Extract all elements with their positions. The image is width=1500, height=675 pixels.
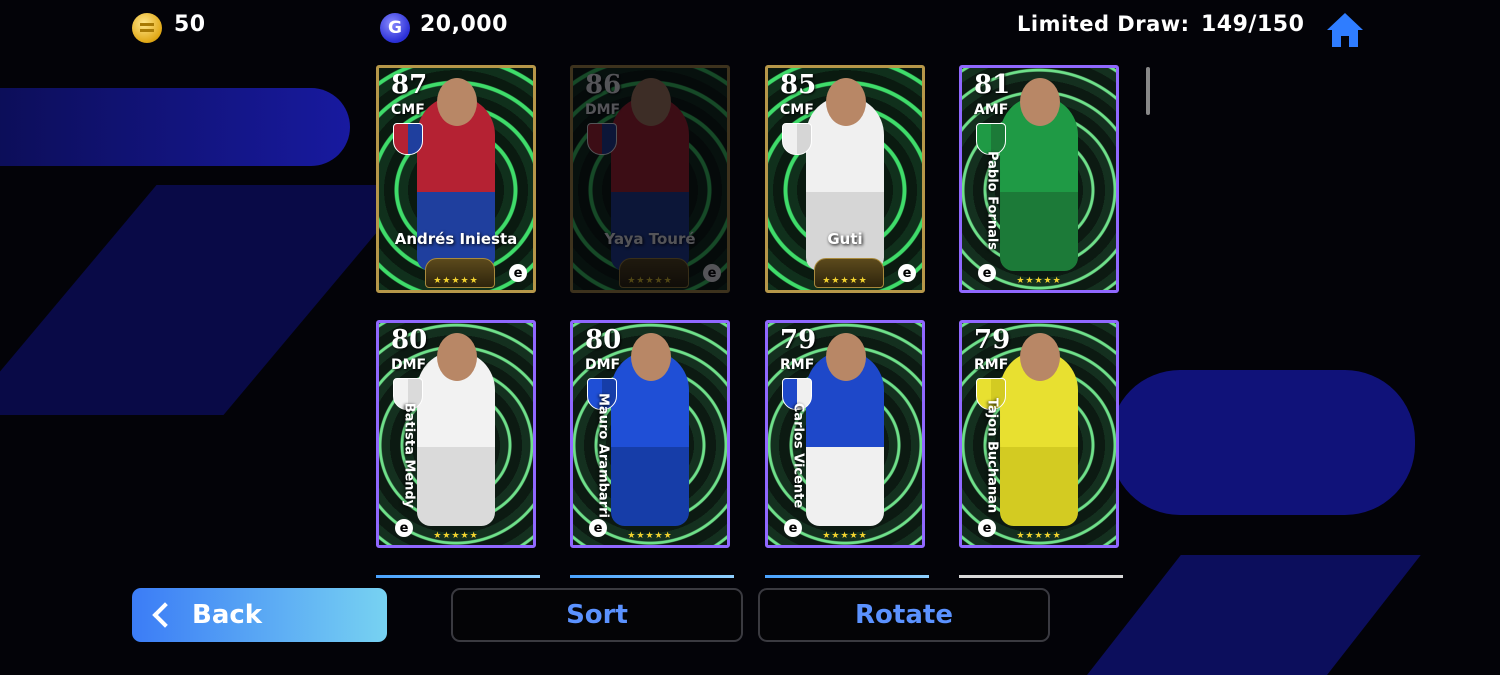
card-player-name: Pablo Fornals [984, 150, 1000, 251]
player-head [631, 78, 671, 126]
player-head [437, 333, 477, 381]
player-card[interactable]: 81 AMF Pablo Fornals ★★★★★ e [959, 65, 1119, 293]
card-rating: 79 [974, 325, 1011, 355]
card-rating: 81 [974, 70, 1011, 100]
efootball-logo-icon: e [395, 519, 413, 537]
efootball-logo-icon: e [978, 519, 996, 537]
card-rating: 86 [585, 70, 622, 100]
back-button[interactable]: Back [132, 588, 387, 642]
card-position: CMF [780, 102, 814, 118]
card-position: RMF [780, 357, 815, 373]
efootball-logo-icon: e [589, 519, 607, 537]
back-button-label: Back [192, 600, 263, 630]
gp-balance: 20,000 [420, 12, 508, 37]
player-head [826, 78, 866, 126]
player-head [826, 333, 866, 381]
sort-button[interactable]: Sort [451, 588, 743, 642]
limited-draw-label: Limited Draw: [1017, 12, 1190, 36]
card-rating: 79 [780, 325, 817, 355]
card-player-name: Andrés Iniesta [394, 230, 518, 248]
player-card[interactable]: 80 DMF Mauro Arambarri ★★★★★ e [570, 320, 730, 548]
ecoin-icon [132, 13, 162, 43]
gp-icon: G [380, 13, 410, 43]
card-player-name: Batista Mendy [401, 402, 417, 509]
card-player-name: Carlos Vicente [790, 402, 806, 509]
card-position: AMF [974, 102, 1009, 118]
player-card[interactable]: 87 CMF Andrés Iniesta ★★★★★ e [376, 65, 536, 293]
card-rating: 80 [585, 325, 622, 355]
card-position: CMF [391, 102, 425, 118]
rotate-button-label: Rotate [855, 600, 953, 630]
player-head [1020, 333, 1060, 381]
chevron-left-icon [152, 602, 178, 628]
card-rating: 80 [391, 325, 428, 355]
card-position: DMF [391, 357, 427, 373]
rotate-button[interactable]: Rotate [758, 588, 1050, 642]
card-position: RMF [974, 357, 1009, 373]
player-card[interactable]: 86 DMF Yaya Touré ★★★★★ e [570, 65, 730, 293]
sort-button-label: Sort [566, 600, 628, 630]
card-position: DMF [585, 357, 621, 373]
card-rating: 85 [780, 70, 817, 100]
card-player-name: Yaya Touré [604, 230, 696, 248]
player-card[interactable]: 79 RMF Carlos Vicente ★★★★★ e [765, 320, 925, 548]
efootball-logo-icon: e [978, 264, 996, 282]
club-crest-icon [393, 123, 423, 155]
next-row-card-edge[interactable] [376, 575, 540, 578]
club-crest-icon [587, 123, 617, 155]
card-position: DMF [585, 102, 621, 118]
next-row-card-edge[interactable] [765, 575, 929, 578]
player-card[interactable]: 80 DMF Batista Mendy ★★★★★ e [376, 320, 536, 548]
coin-balance: 50 [174, 12, 206, 37]
player-card[interactable]: 85 CMF Guti ★★★★★ e [765, 65, 925, 293]
efootball-logo-icon: e [898, 264, 916, 282]
home-icon[interactable] [1324, 10, 1366, 50]
card-player-name: Guti [827, 230, 863, 248]
efootball-logo-icon: e [784, 519, 802, 537]
top-bar: 50 G 20,000 Limited Draw: 149/150 [0, 0, 1500, 56]
next-row-card-edge[interactable] [959, 575, 1123, 578]
player-head [437, 78, 477, 126]
scrollbar[interactable] [1146, 67, 1150, 115]
card-rating: 87 [391, 70, 428, 100]
player-card[interactable]: 79 RMF Tajon Buchanan ★★★★★ e [959, 320, 1119, 548]
player-head [631, 333, 671, 381]
next-row-card-edge[interactable] [570, 575, 734, 578]
limited-draw-count: 149/150 [1201, 12, 1305, 37]
club-crest-icon [782, 123, 812, 155]
card-player-name: Mauro Arambarri [595, 393, 611, 518]
player-card-grid[interactable]: 87 CMF Andrés Iniesta ★★★★★ e 86 DMF Yaya Touré… [376, 65, 1126, 578]
efootball-logo-icon: e [703, 264, 721, 282]
player-head [1020, 78, 1060, 126]
card-player-name: Tajon Buchanan [984, 397, 1000, 514]
efootball-logo-icon: e [509, 264, 527, 282]
